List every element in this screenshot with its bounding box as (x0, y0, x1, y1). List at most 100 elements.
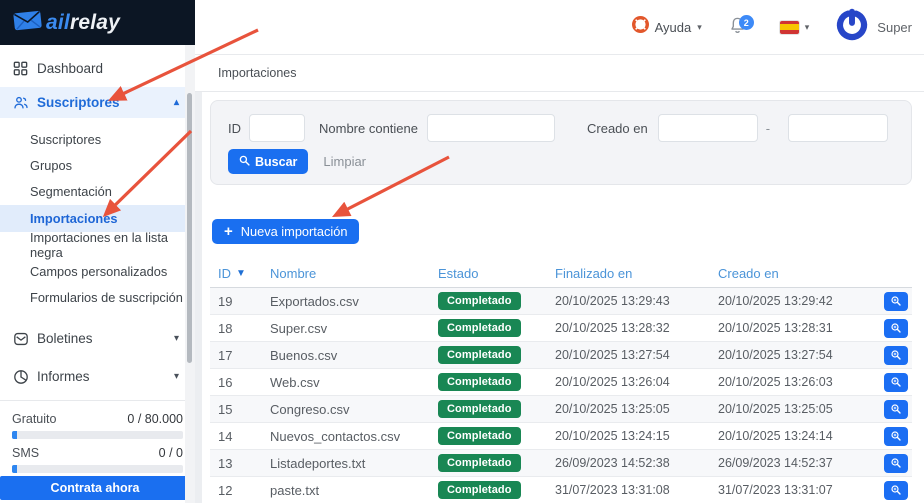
status-badge: Completado (438, 481, 521, 499)
sidebar-scrollbar-thumb[interactable] (187, 93, 192, 363)
sidebar-subitem-campos-personalizados[interactable]: Campos personalizados (0, 258, 195, 284)
column-header-estado[interactable]: Estado (430, 266, 547, 281)
cell-estado: Completado (430, 346, 547, 364)
view-import-button[interactable] (884, 345, 908, 365)
magnifier-zoom-icon (891, 377, 901, 387)
cell-estado: Completado (430, 319, 547, 337)
sidebar-item-suscriptores[interactable]: Suscriptores ▴ (0, 87, 195, 118)
view-import-button[interactable] (884, 453, 908, 473)
view-import-button[interactable] (884, 399, 908, 419)
cell-finalizado-en: 20/10/2025 13:26:04 (555, 375, 670, 389)
cell-actions (860, 345, 912, 365)
cell-finalizado-en: 20/10/2025 13:28:32 (555, 321, 670, 335)
table-row: 19 Exportados.csv Completado 20/10/2025 13:… (210, 288, 912, 315)
brand-logo[interactable]: ailrelay (0, 0, 195, 45)
user-menu[interactable]: Super (835, 8, 912, 47)
contrata-ahora-button[interactable]: Contrata ahora (0, 476, 190, 500)
newsletter-envelope-icon (12, 330, 29, 347)
view-import-button[interactable] (884, 372, 908, 392)
notifications-button[interactable]: 2 (728, 15, 754, 39)
usage-value: 0 / 0 (158, 445, 183, 460)
created-filter-label: Creado en (587, 120, 648, 136)
cell-estado: Completado (430, 481, 547, 499)
cell-creado-en: 20/10/2025 13:29:42 (718, 294, 833, 308)
new-import-button[interactable]: + Nueva importación (212, 219, 360, 244)
sidebar-subitem-segmentaci-n[interactable]: Segmentación (0, 179, 195, 205)
column-header-finalizado-en[interactable]: Finalizado en (547, 266, 710, 281)
plus-icon: + (224, 223, 233, 240)
column-header-nombre[interactable]: Nombre (262, 266, 430, 281)
cell-nombre: Exportados.csv (270, 293, 359, 309)
breadcrumb-divider (195, 91, 924, 92)
sidebar-subitem-importaciones[interactable]: Importaciones (0, 205, 195, 232)
sidebar-item-label: Informes (37, 369, 90, 385)
created-from-input[interactable] (657, 114, 758, 142)
magnifier-zoom-icon (891, 323, 901, 333)
name-filter-input[interactable] (427, 114, 555, 142)
chevron-down-icon: ▾ (804, 21, 810, 32)
sidebar: ailrelay Dashboard Suscriptores ▴ Suscri… (0, 0, 195, 503)
view-import-button[interactable] (884, 426, 908, 446)
id-filter-input[interactable] (249, 114, 305, 142)
magnifier-zoom-icon (891, 485, 901, 495)
breadcrumb: Importaciones (218, 66, 297, 80)
help-menu[interactable]: Ayuda ▾ (631, 16, 702, 38)
table-row: 17 Buenos.csv Completado 20/10/2025 13:27:5… (210, 342, 912, 369)
suscriptores-submenu: Suscriptores Grupos Segmentación Importacio… (0, 118, 195, 311)
spain-flag-icon (779, 20, 799, 34)
imports-table-body: 19 Exportados.csv Completado 20/10/2025 13:… (210, 288, 912, 503)
cell-finalizado-en: 20/10/2025 13:25:05 (555, 402, 670, 416)
sidebar-subitem-importaciones-en-la-lista-negra[interactable]: Importaciones en la lista negra (0, 230, 195, 260)
cell-actions (860, 480, 912, 500)
column-header-id[interactable]: ID ▼ (210, 266, 262, 281)
chevron-down-icon: ▾ (173, 371, 179, 383)
magnifier-zoom-icon (891, 296, 901, 306)
sidebar-subitem-grupos[interactable]: Grupos (0, 152, 195, 178)
cell-creado-en: 26/09/2023 14:52:37 (718, 456, 833, 470)
language-selector[interactable]: ▾ (779, 20, 810, 34)
sidebar-item-dashboard[interactable]: Dashboard (0, 49, 195, 87)
cell-nombre: Buenos.csv (270, 347, 338, 363)
cell-id: 17 (218, 347, 233, 363)
cell-id: 13 (218, 455, 233, 471)
cell-nombre: Listadeportes.txt (270, 455, 366, 471)
usage-label: Gratuito (12, 411, 57, 426)
cell-finalizado-en: 20/10/2025 13:29:43 (555, 294, 670, 308)
cell-estado: Completado (430, 373, 547, 391)
sidebar-item-informes[interactable]: Informes ▾ (0, 359, 195, 395)
main-content: Importaciones ID Nombre contiene Creado … (195, 55, 924, 503)
usage-value: 0 / 80.000 (127, 411, 183, 426)
status-badge: Completado (438, 400, 521, 418)
table-row: 18 Super.csv Completado 20/10/2025 13:28:32… (210, 315, 912, 342)
status-badge: Completado (438, 454, 521, 472)
view-import-button[interactable] (884, 480, 908, 500)
cell-finalizado-en: 20/10/2025 13:24:15 (555, 429, 670, 443)
people-icon (12, 94, 29, 111)
clear-filters-link[interactable]: Limpiar (323, 154, 366, 169)
pie-chart-icon (12, 368, 29, 385)
search-button[interactable]: Buscar (228, 149, 309, 174)
cell-finalizado-en: 31/07/2023 13:31:08 (555, 483, 670, 497)
column-header-creado-en[interactable]: Creado en (710, 266, 860, 281)
view-import-button[interactable] (884, 291, 908, 311)
sidebar-subitem-formularios-de-suscripci-n[interactable]: Formularios de suscripción (0, 284, 195, 310)
sidebar-scrollbar-track[interactable] (185, 45, 195, 503)
created-to-input[interactable] (788, 114, 889, 142)
chevron-up-icon: ▴ (173, 97, 179, 108)
new-import-label: Nueva importación (240, 224, 348, 239)
cell-id: 19 (218, 293, 233, 309)
chevron-down-icon: ▾ (697, 21, 702, 32)
brand-name: ailrelay (46, 10, 120, 34)
sidebar-subitem-suscriptores[interactable]: Suscriptores (0, 126, 195, 152)
username-label: Super (877, 19, 912, 35)
usage-row: Gratuito 0 / 80.000 (12, 412, 183, 426)
cell-actions (860, 453, 912, 473)
chevron-down-icon: ▾ (173, 333, 179, 345)
usage-panel: Gratuito 0 / 80.000 SMS 0 / 0 (0, 399, 195, 473)
view-import-button[interactable] (884, 318, 908, 338)
sidebar-item-boletines[interactable]: Boletines ▾ (0, 319, 195, 359)
sidebar-item-label: Suscriptores (37, 95, 120, 110)
cell-estado: Completado (430, 292, 547, 310)
cell-actions (860, 426, 912, 446)
table-row: 15 Congreso.csv Completado 20/10/2025 13:25… (210, 396, 912, 423)
